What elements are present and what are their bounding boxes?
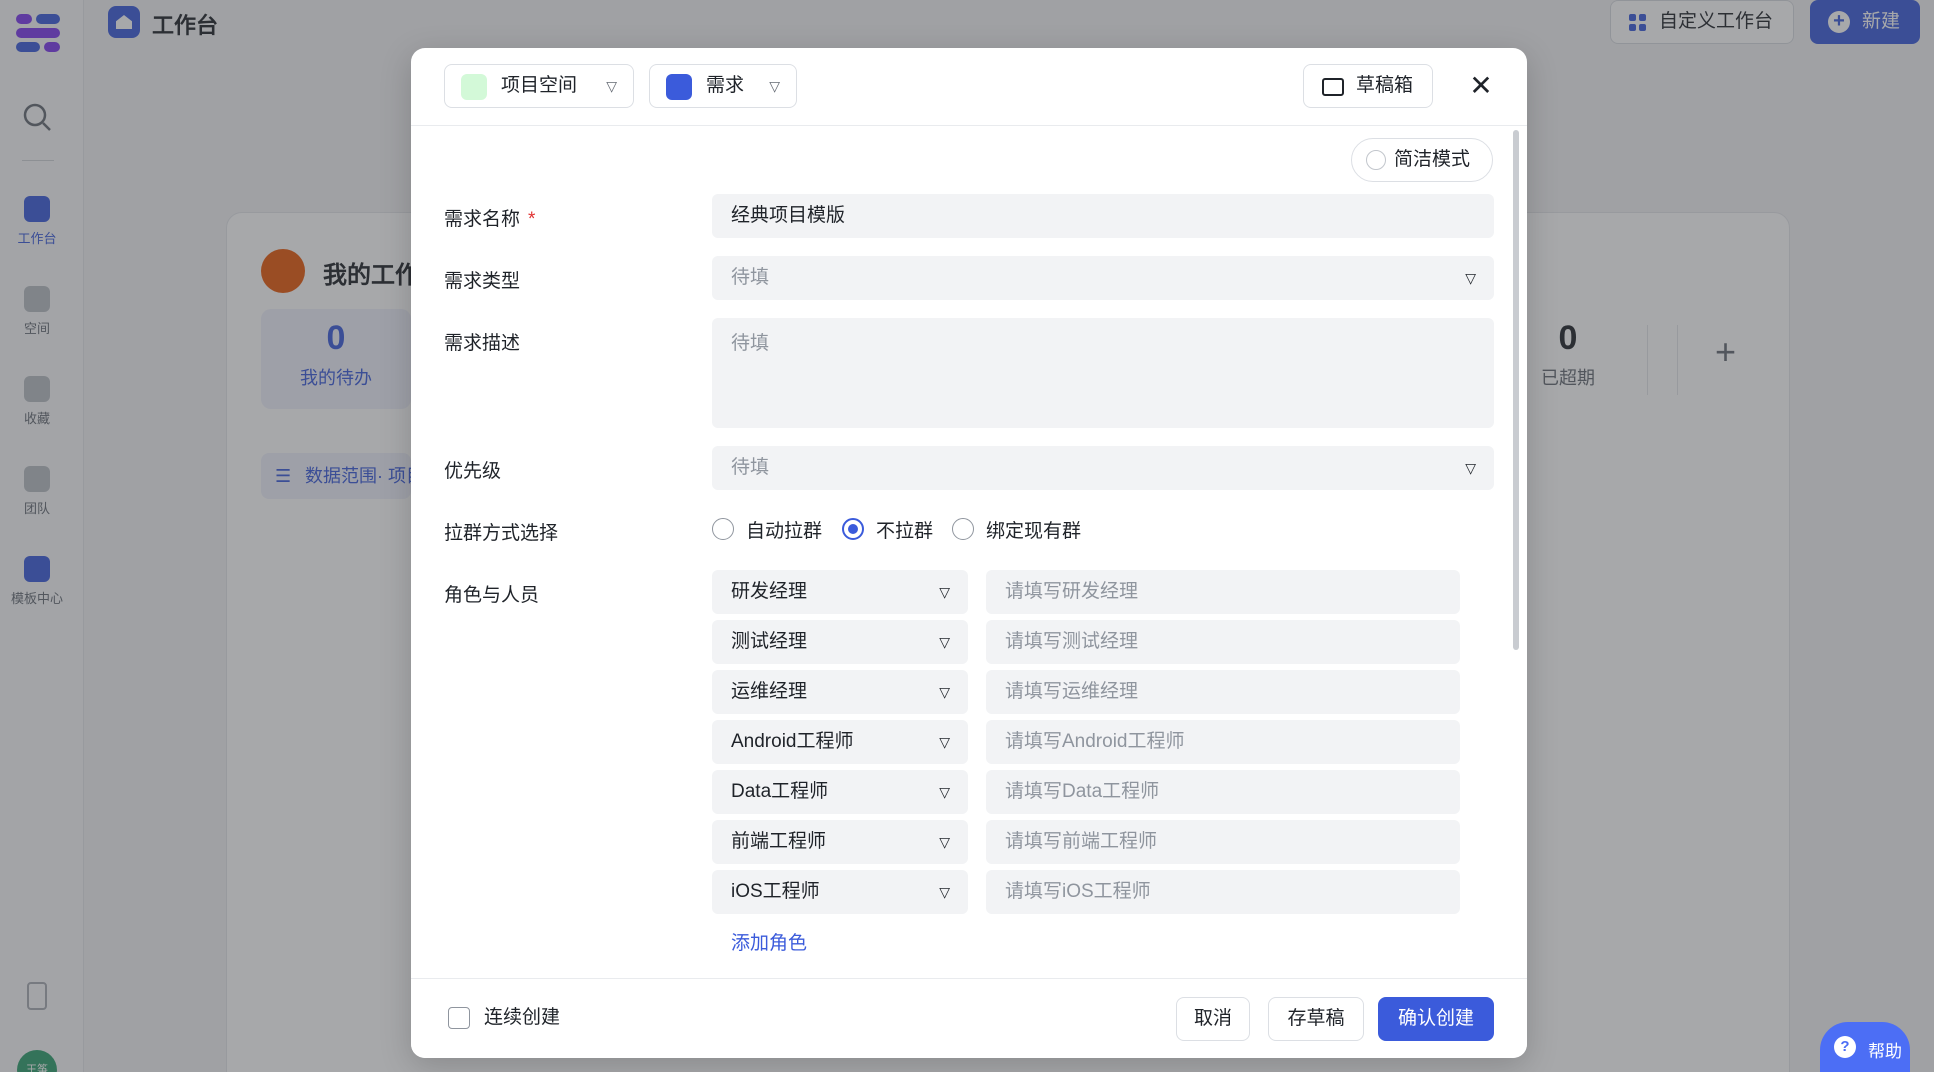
role-select[interactable]: Android工程师 ▽ [712,720,968,764]
desc-textarea[interactable]: 待填 [712,318,1494,428]
chevron-down-icon: ▽ [939,734,950,750]
type-picker[interactable]: 需求 ▽ [649,64,797,108]
role-select[interactable]: 运维经理 ▽ [712,670,968,714]
name-input[interactable]: 经典项目模版 [712,194,1494,238]
cancel-button[interactable]: 取消 [1176,997,1250,1041]
role-person-input[interactable]: 请填写测试经理 [986,620,1460,664]
type-select[interactable]: 待填 ▽ [712,256,1494,300]
role-select[interactable]: 测试经理 ▽ [712,620,968,664]
checkbox-icon [448,1007,470,1029]
role-person-input[interactable]: 请填写研发经理 [986,570,1460,614]
help-icon: ? [1834,1036,1856,1058]
radio-checked-icon [842,518,864,540]
chevron-down-icon: ▽ [606,78,617,94]
priority-select[interactable]: 待填 ▽ [712,446,1494,490]
scrollbar[interactable] [1513,130,1519,650]
radio-icon [1366,150,1386,170]
create-requirement-dialog: 项目空间 ▽ 需求 ▽ 草稿箱 ✕ 简洁模式 需求名称 * 经典项目模版 需求类型… [411,48,1527,1058]
role-select[interactable]: 前端工程师 ▽ [712,820,968,864]
chevron-down-icon: ▽ [939,834,950,850]
inbox-icon [1322,78,1344,96]
chevron-down-icon: ▽ [769,78,780,94]
role-select[interactable]: Data工程师 ▽ [712,770,968,814]
confirm-create-button[interactable]: 确认创建 [1378,997,1494,1041]
chevron-down-icon: ▽ [939,884,950,900]
role-person-input[interactable]: 请填写iOS工程师 [986,870,1460,914]
radio-icon [952,518,974,540]
save-draft-button[interactable]: 存草稿 [1268,997,1364,1041]
priority-label: 优先级 [444,461,502,482]
role-person-input[interactable]: 请填写Data工程师 [986,770,1460,814]
chevron-down-icon: ▽ [939,684,950,700]
chevron-down-icon: ▽ [1465,460,1476,476]
dialog-footer: 连续创建 取消 存草稿 确认创建 [411,978,1527,1058]
type-label: 需求类型 [444,271,521,292]
requirement-icon [666,74,692,100]
radio-icon [712,518,734,540]
add-role-link[interactable]: 添加角色 [731,928,807,955]
simple-mode-toggle[interactable]: 简洁模式 [1351,138,1493,182]
role-person-input[interactable]: 请填写前端工程师 [986,820,1460,864]
avocado-icon [461,74,487,100]
chevron-down-icon: ▽ [1465,270,1476,286]
roles-label: 角色与人员 [444,585,540,606]
role-select[interactable]: 研发经理 ▽ [712,570,968,614]
draft-box-button[interactable]: 草稿箱 [1303,64,1433,108]
help-button[interactable]: ? 帮助 [1820,1022,1910,1072]
role-person-input[interactable]: 请填写运维经理 [986,670,1460,714]
chevron-down-icon: ▽ [939,634,950,650]
chevron-down-icon: ▽ [939,584,950,600]
name-label: 需求名称 * [444,209,536,230]
continuous-create-checkbox[interactable]: 连续创建 [448,1007,560,1029]
role-person-input[interactable]: 请填写Android工程师 [986,720,1460,764]
required-mark: * [528,209,536,230]
chevron-down-icon: ▽ [939,784,950,800]
role-select[interactable]: iOS工程师 ▽ [712,870,968,914]
close-icon[interactable]: ✕ [1461,66,1501,106]
space-picker[interactable]: 项目空间 ▽ [444,64,634,108]
group-label: 拉群方式选择 [444,523,559,544]
desc-label: 需求描述 [444,333,521,354]
dialog-header: 项目空间 ▽ 需求 ▽ 草稿箱 ✕ [411,48,1527,126]
